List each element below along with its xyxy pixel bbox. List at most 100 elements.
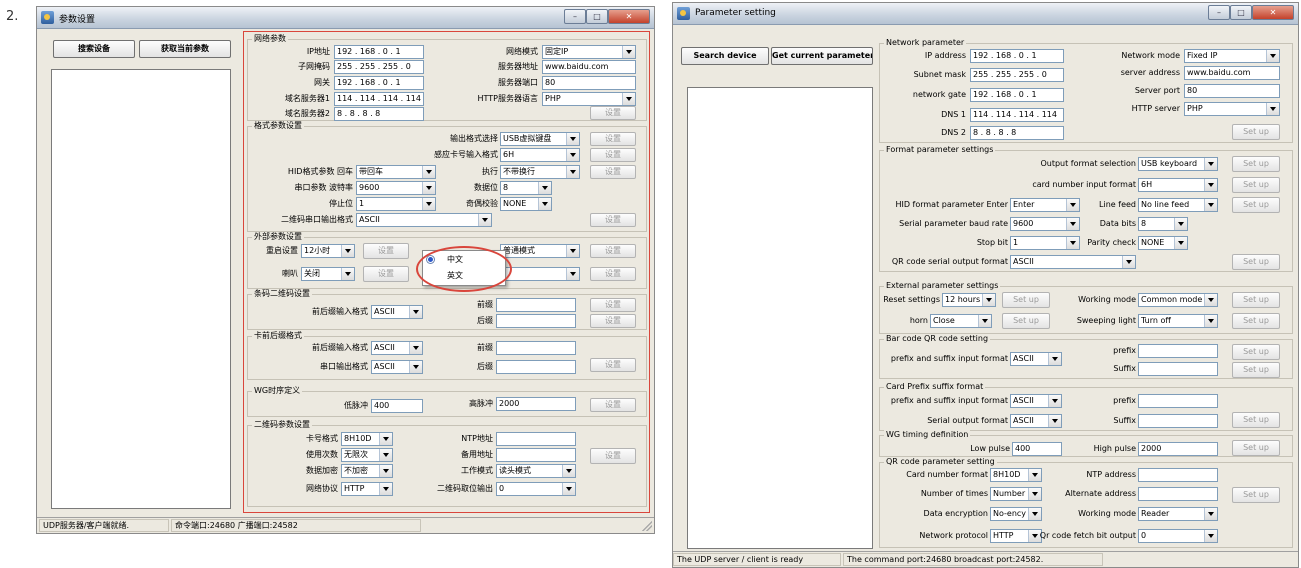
- card-number-format-select[interactable]: 8H10D: [990, 468, 1042, 482]
- card-input-format-select[interactable]: 6H: [1138, 178, 1218, 192]
- network-set-button[interactable]: 设置: [590, 106, 636, 120]
- dns1-input[interactable]: 114 . 114 . 114 . 114: [334, 92, 424, 106]
- fetch-bit-select[interactable]: 0: [496, 482, 576, 496]
- card-format-select[interactable]: ASCII: [371, 341, 423, 355]
- http-server-select[interactable]: PHP: [1184, 102, 1280, 116]
- working-mode-set-button[interactable]: 设置: [590, 244, 636, 258]
- maximize-button[interactable]: □: [1230, 5, 1252, 20]
- wg-set-button[interactable]: 设置: [590, 398, 636, 412]
- qr-output-set-button[interactable]: Set up: [1232, 254, 1280, 270]
- data-bits-select[interactable]: 8: [1138, 217, 1188, 231]
- low-pulse-input[interactable]: 400: [371, 399, 423, 413]
- protocol-select[interactable]: HTTP: [990, 529, 1042, 543]
- barcode-suffix-input[interactable]: [1138, 362, 1218, 376]
- output-format-select[interactable]: USB keyboard: [1138, 157, 1218, 171]
- sweeping-light-select[interactable]: [500, 267, 580, 281]
- barcode-prefix-input[interactable]: [496, 298, 576, 312]
- reset-set-button[interactable]: Set up: [1002, 292, 1050, 308]
- network-mode-select[interactable]: Fixed IP: [1184, 49, 1280, 63]
- stop-bit-select[interactable]: 1: [356, 197, 436, 211]
- qr-output-format-select[interactable]: ASCII: [356, 213, 492, 227]
- minimize-button[interactable]: –: [1208, 5, 1230, 20]
- card-format-set-button[interactable]: 设置: [590, 148, 636, 162]
- working-mode-select[interactable]: 普通模式: [500, 244, 580, 258]
- qr-set-button[interactable]: 设置: [590, 448, 636, 464]
- wg-set-button[interactable]: Set up: [1232, 440, 1280, 456]
- alternate-address-input[interactable]: [496, 448, 576, 462]
- serial-output-select[interactable]: ASCII: [371, 360, 423, 374]
- sweeping-light-set-button[interactable]: Set up: [1232, 313, 1280, 329]
- alternate-address-input[interactable]: [1138, 487, 1218, 501]
- server-port-input[interactable]: 80: [542, 76, 636, 90]
- device-list[interactable]: [51, 69, 231, 509]
- output-format-set-button[interactable]: Set up: [1232, 156, 1280, 172]
- horn-select[interactable]: 关闭: [301, 267, 355, 281]
- horn-set-button[interactable]: Set up: [1002, 313, 1050, 329]
- qr-working-mode-select[interactable]: 读头模式: [496, 464, 576, 478]
- dns1-input[interactable]: 114 . 114 . 114 . 114: [970, 108, 1064, 122]
- baud-rate-select[interactable]: 9600: [1010, 217, 1080, 231]
- encryption-select[interactable]: 不加密: [341, 464, 393, 478]
- sweeping-light-set-button[interactable]: 设置: [590, 267, 636, 281]
- card-prefix-input[interactable]: [496, 341, 576, 355]
- card-number-format-select[interactable]: 8H10D: [341, 432, 393, 446]
- card-suffix-input[interactable]: [1138, 414, 1218, 428]
- card-prefix-input[interactable]: [1138, 394, 1218, 408]
- serial-output-select[interactable]: ASCII: [1010, 414, 1062, 428]
- server-port-input[interactable]: 80: [1184, 84, 1280, 98]
- close-button[interactable]: ✕: [608, 9, 650, 24]
- resize-grip[interactable]: [642, 521, 652, 531]
- line-feed-select[interactable]: No line feed: [1138, 198, 1218, 212]
- http-language-select[interactable]: PHP: [542, 92, 636, 106]
- barcode-prefix-set-button[interactable]: Set up: [1232, 344, 1280, 360]
- mask-input[interactable]: 255 . 255 . 255 . 0: [970, 68, 1064, 82]
- sweeping-light-select[interactable]: Turn off: [1138, 314, 1218, 328]
- line-feed-select[interactable]: 不带换行: [500, 165, 580, 179]
- barcode-format-select[interactable]: ASCII: [1010, 352, 1062, 366]
- baud-rate-select[interactable]: 9600: [356, 181, 436, 195]
- horn-set-button[interactable]: 设置: [363, 266, 409, 282]
- reset-select[interactable]: 12小时: [301, 244, 355, 258]
- parity-select[interactable]: NONE: [1138, 236, 1188, 250]
- working-mode-select[interactable]: Common mode: [1138, 293, 1218, 307]
- get-parameter-button[interactable]: Get current parameter: [771, 47, 873, 65]
- low-pulse-input[interactable]: 400: [1012, 442, 1062, 456]
- times-select[interactable]: 无限次: [341, 448, 393, 462]
- hid-set-button[interactable]: Set up: [1232, 197, 1280, 213]
- card-input-format-select[interactable]: 6H: [500, 148, 580, 162]
- server-address-input[interactable]: www.baidu.com: [542, 60, 636, 74]
- barcode-suffix-input[interactable]: [496, 314, 576, 328]
- gateway-input[interactable]: 192 . 168 . 0 . 1: [970, 88, 1064, 102]
- gateway-input[interactable]: 192 . 168 . 0 . 1: [334, 76, 424, 90]
- server-address-input[interactable]: www.baidu.com: [1184, 66, 1280, 80]
- dns2-input[interactable]: 8 . 8 . 8 . 8: [970, 126, 1064, 140]
- hid-enter-select[interactable]: 带回车: [356, 165, 436, 179]
- ntp-address-input[interactable]: [1138, 468, 1218, 482]
- dns2-input[interactable]: 8 . 8 . 8 . 8: [334, 107, 424, 121]
- barcode-prefix-set-button[interactable]: 设置: [590, 298, 636, 312]
- card-set-button[interactable]: 设置: [590, 358, 636, 372]
- maximize-button[interactable]: □: [586, 9, 608, 24]
- network-set-button[interactable]: Set up: [1232, 124, 1280, 140]
- card-format-set-button[interactable]: Set up: [1232, 177, 1280, 193]
- search-device-button[interactable]: Search device: [681, 47, 769, 65]
- output-format-select[interactable]: USB虚拟键盘: [500, 132, 580, 146]
- mask-input[interactable]: 255 . 255 . 255 . 0: [334, 60, 424, 74]
- qr-set-button[interactable]: Set up: [1232, 487, 1280, 503]
- qr-output-format-select[interactable]: ASCII: [1010, 255, 1136, 269]
- output-format-set-button[interactable]: 设置: [590, 132, 636, 146]
- stop-bit-select[interactable]: 1: [1010, 236, 1080, 250]
- ntp-address-input[interactable]: [496, 432, 576, 446]
- encryption-select[interactable]: No-ency: [990, 507, 1042, 521]
- qr-working-mode-select[interactable]: Reader: [1138, 507, 1218, 521]
- device-list[interactable]: [687, 87, 873, 549]
- card-suffix-input[interactable]: [496, 360, 576, 374]
- close-button[interactable]: ✕: [1252, 5, 1294, 20]
- data-bits-select[interactable]: 8: [500, 181, 552, 195]
- minimize-button[interactable]: –: [564, 9, 586, 24]
- get-parameter-button[interactable]: 获取当前参数: [139, 40, 231, 58]
- barcode-prefix-input[interactable]: [1138, 344, 1218, 358]
- fetch-bit-select[interactable]: 0: [1138, 529, 1218, 543]
- hid-enter-select[interactable]: Enter: [1010, 198, 1080, 212]
- qr-output-set-button[interactable]: 设置: [590, 213, 636, 227]
